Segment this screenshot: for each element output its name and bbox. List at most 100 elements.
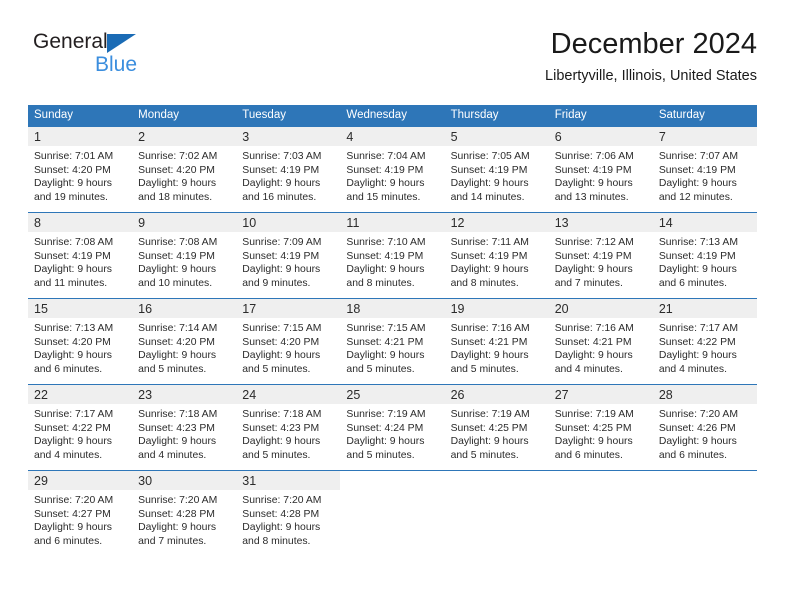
- daylight-duration-line1: Daylight: 9 hours: [450, 178, 529, 190]
- day-cell-inner: 31 Sunrise: 7:20 AM Sunset: 4:28 PM Dayligh…: [236, 471, 341, 556]
- calendar-day-cell[interactable]: 26 Sunrise: 7:19 AM Sunset: 4:25 PM Dayligh…: [444, 384, 549, 471]
- day-number-band: 27: [548, 385, 653, 404]
- day-sun-info: Sunrise: 7:07 AM Sunset: 4:19 PM Daylight:…: [653, 146, 757, 204]
- sunset-time: Sunset: 4:21 PM: [346, 336, 424, 348]
- day-number: 1: [34, 130, 41, 144]
- daylight-duration-line2: and 13 minutes.: [554, 191, 629, 203]
- day-cell-inner: 22 Sunrise: 7:17 AM Sunset: 4:22 PM Dayligh…: [28, 385, 133, 470]
- calendar-day-cell[interactable]: 7 Sunrise: 7:07 AM Sunset: 4:19 PM Daylight…: [652, 127, 757, 213]
- day-number: 22: [34, 388, 48, 402]
- sunrise-time: Sunrise: 7:16 AM: [554, 323, 634, 334]
- day-number-band: 16: [132, 299, 237, 318]
- day-number-band: 19: [444, 299, 549, 318]
- sunrise-time: Sunrise: 7:15 AM: [346, 323, 426, 334]
- general-blue-logo[interactable]: General Blue: [33, 30, 243, 88]
- calendar-day-cell[interactable]: 4 Sunrise: 7:04 AM Sunset: 4:19 PM Daylight…: [340, 127, 445, 213]
- day-number: 30: [138, 474, 153, 488]
- day-number-band: 25: [340, 385, 445, 404]
- calendar-day-cell-empty: [548, 470, 653, 556]
- weekday-header-friday: Friday: [548, 105, 653, 127]
- day-number: 17: [242, 302, 257, 316]
- calendar-day-cell[interactable]: 15 Sunrise: 7:13 AM Sunset: 4:20 PM Dayligh…: [28, 298, 133, 385]
- day-cell-inner: 9 Sunrise: 7:08 AM Sunset: 4:19 PM Daylight…: [132, 213, 237, 298]
- day-cell-inner: 18 Sunrise: 7:15 AM Sunset: 4:21 PM Dayligh…: [340, 299, 445, 384]
- weekday-header-thursday: Thursday: [444, 105, 549, 127]
- sunset-time: Sunset: 4:23 PM: [242, 422, 320, 434]
- day-sun-info: Sunrise: 7:16 AM Sunset: 4:21 PM Daylight:…: [445, 318, 549, 376]
- daylight-duration-line1: Daylight: 9 hours: [34, 522, 112, 534]
- day-number: 12: [450, 216, 465, 230]
- daylight-duration-line2: and 8 minutes.: [450, 277, 519, 289]
- daylight-duration-line2: and 8 minutes.: [346, 277, 415, 289]
- day-number-band: 8: [28, 213, 133, 232]
- day-sun-info: Sunrise: 7:18 AM Sunset: 4:23 PM Daylight:…: [236, 404, 340, 462]
- sunrise-time: Sunrise: 7:09 AM: [242, 237, 322, 248]
- calendar-day-cell[interactable]: 27 Sunrise: 7:19 AM Sunset: 4:25 PM Dayligh…: [548, 384, 653, 471]
- day-number-band: 11: [340, 213, 445, 232]
- calendar-day-cell[interactable]: 25 Sunrise: 7:19 AM Sunset: 4:24 PM Dayligh…: [340, 384, 445, 471]
- day-number: 31: [242, 474, 257, 488]
- day-number-band: 17: [236, 299, 341, 318]
- calendar-day-cell[interactable]: 1 Sunrise: 7:01 AM Sunset: 4:20 PM Daylight…: [28, 127, 133, 213]
- calendar-day-cell[interactable]: 10 Sunrise: 7:09 AM Sunset: 4:19 PM Dayligh…: [236, 212, 341, 299]
- day-number-band: 18: [340, 299, 445, 318]
- day-cell-inner: 3 Sunrise: 7:03 AM Sunset: 4:19 PM Daylight…: [236, 127, 341, 212]
- sunrise-time: Sunrise: 7:20 AM: [658, 409, 738, 420]
- calendar-day-cell[interactable]: 3 Sunrise: 7:03 AM Sunset: 4:19 PM Daylight…: [236, 127, 341, 213]
- calendar-day-cell[interactable]: 9 Sunrise: 7:08 AM Sunset: 4:19 PM Daylight…: [132, 212, 237, 299]
- calendar-day-cell[interactable]: 18 Sunrise: 7:15 AM Sunset: 4:21 PM Dayligh…: [340, 298, 445, 385]
- daylight-duration-line2: and 5 minutes.: [346, 363, 415, 375]
- weekday-header-row: Sunday Monday Tuesday Wednesday Thursday…: [28, 105, 757, 127]
- sunset-time: Sunset: 4:19 PM: [554, 164, 632, 176]
- calendar-week-row: 8 Sunrise: 7:08 AM Sunset: 4:19 PM Daylight…: [28, 212, 757, 299]
- daylight-duration-line1: Daylight: 9 hours: [242, 178, 321, 190]
- daylight-duration-line1: Daylight: 9 hours: [242, 436, 321, 448]
- calendar-day-cell[interactable]: 22 Sunrise: 7:17 AM Sunset: 4:22 PM Dayligh…: [28, 384, 133, 471]
- day-number-band: 12: [444, 213, 549, 232]
- sunrise-time: Sunrise: 7:13 AM: [34, 323, 114, 334]
- day-cell-inner: 28 Sunrise: 7:20 AM Sunset: 4:26 PM Dayligh…: [652, 385, 757, 470]
- sunset-time: Sunset: 4:19 PM: [242, 164, 320, 176]
- calendar-day-cell[interactable]: 21 Sunrise: 7:17 AM Sunset: 4:22 PM Dayligh…: [652, 298, 757, 385]
- calendar-day-cell[interactable]: 28 Sunrise: 7:20 AM Sunset: 4:26 PM Dayligh…: [652, 384, 757, 471]
- calendar-day-cell[interactable]: 11 Sunrise: 7:10 AM Sunset: 4:19 PM Dayligh…: [340, 212, 445, 299]
- calendar-day-cell[interactable]: 8 Sunrise: 7:08 AM Sunset: 4:19 PM Daylight…: [28, 212, 133, 299]
- weekday-header-sunday: Sunday: [28, 105, 133, 127]
- calendar-day-cell[interactable]: 12 Sunrise: 7:11 AM Sunset: 4:19 PM Dayligh…: [444, 212, 549, 299]
- daylight-duration-line2: and 19 minutes.: [34, 191, 108, 203]
- daylight-duration-line1: Daylight: 9 hours: [658, 178, 737, 190]
- calendar-day-cell[interactable]: 14 Sunrise: 7:13 AM Sunset: 4:19 PM Dayligh…: [652, 212, 757, 299]
- daylight-duration-line2: and 6 minutes.: [658, 277, 728, 289]
- day-sun-info: Sunrise: 7:17 AM Sunset: 4:22 PM Daylight:…: [28, 404, 132, 462]
- calendar-day-cell[interactable]: 24 Sunrise: 7:18 AM Sunset: 4:23 PM Dayligh…: [236, 384, 341, 471]
- calendar-day-cell[interactable]: 16 Sunrise: 7:14 AM Sunset: 4:20 PM Dayligh…: [132, 298, 237, 385]
- calendar-day-cell[interactable]: 29 Sunrise: 7:20 AM Sunset: 4:27 PM Dayligh…: [28, 470, 133, 556]
- calendar-day-cell[interactable]: 30 Sunrise: 7:20 AM Sunset: 4:28 PM Dayligh…: [132, 470, 237, 556]
- day-cell-inner: 11 Sunrise: 7:10 AM Sunset: 4:19 PM Dayligh…: [340, 213, 445, 298]
- calendar-day-cell[interactable]: 6 Sunrise: 7:06 AM Sunset: 4:19 PM Daylight…: [548, 127, 653, 213]
- calendar-day-cell[interactable]: 23 Sunrise: 7:18 AM Sunset: 4:23 PM Dayligh…: [132, 384, 237, 471]
- sunrise-time: Sunrise: 7:16 AM: [450, 323, 530, 334]
- sunset-time: Sunset: 4:24 PM: [346, 422, 424, 434]
- daylight-duration-line1: Daylight: 9 hours: [346, 350, 425, 362]
- calendar-day-cell[interactable]: 2 Sunrise: 7:02 AM Sunset: 4:20 PM Daylight…: [132, 127, 237, 213]
- daylight-duration-line2: and 5 minutes.: [450, 449, 519, 461]
- day-number: 9: [138, 216, 146, 230]
- calendar-day-cell[interactable]: 17 Sunrise: 7:15 AM Sunset: 4:20 PM Dayligh…: [236, 298, 341, 385]
- sunrise-time: Sunrise: 7:12 AM: [554, 237, 634, 248]
- day-number: 2: [138, 130, 146, 144]
- day-cell-inner: 30 Sunrise: 7:20 AM Sunset: 4:28 PM Dayligh…: [132, 471, 237, 556]
- calendar-day-cell[interactable]: 19 Sunrise: 7:16 AM Sunset: 4:21 PM Dayligh…: [444, 298, 549, 385]
- day-sun-info: Sunrise: 7:06 AM Sunset: 4:19 PM Daylight:…: [549, 146, 653, 204]
- calendar-day-cell[interactable]: 31 Sunrise: 7:20 AM Sunset: 4:28 PM Dayligh…: [236, 470, 341, 556]
- calendar-day-cell[interactable]: 20 Sunrise: 7:16 AM Sunset: 4:21 PM Dayligh…: [548, 298, 653, 385]
- day-cell-inner: 8 Sunrise: 7:08 AM Sunset: 4:19 PM Daylight…: [28, 213, 133, 298]
- day-sun-info: Sunrise: 7:09 AM Sunset: 4:19 PM Daylight:…: [236, 232, 340, 290]
- daylight-duration-line1: Daylight: 9 hours: [346, 436, 425, 448]
- calendar-day-cell[interactable]: 5 Sunrise: 7:05 AM Sunset: 4:19 PM Daylight…: [444, 127, 549, 213]
- day-cell-inner: 5 Sunrise: 7:05 AM Sunset: 4:19 PM Daylight…: [444, 127, 549, 212]
- calendar-day-cell[interactable]: 13 Sunrise: 7:12 AM Sunset: 4:19 PM Dayligh…: [548, 212, 653, 299]
- weekday-header-tuesday: Tuesday: [236, 105, 341, 127]
- day-sun-info: Sunrise: 7:19 AM Sunset: 4:24 PM Daylight:…: [340, 404, 444, 462]
- day-number: 11: [346, 216, 360, 230]
